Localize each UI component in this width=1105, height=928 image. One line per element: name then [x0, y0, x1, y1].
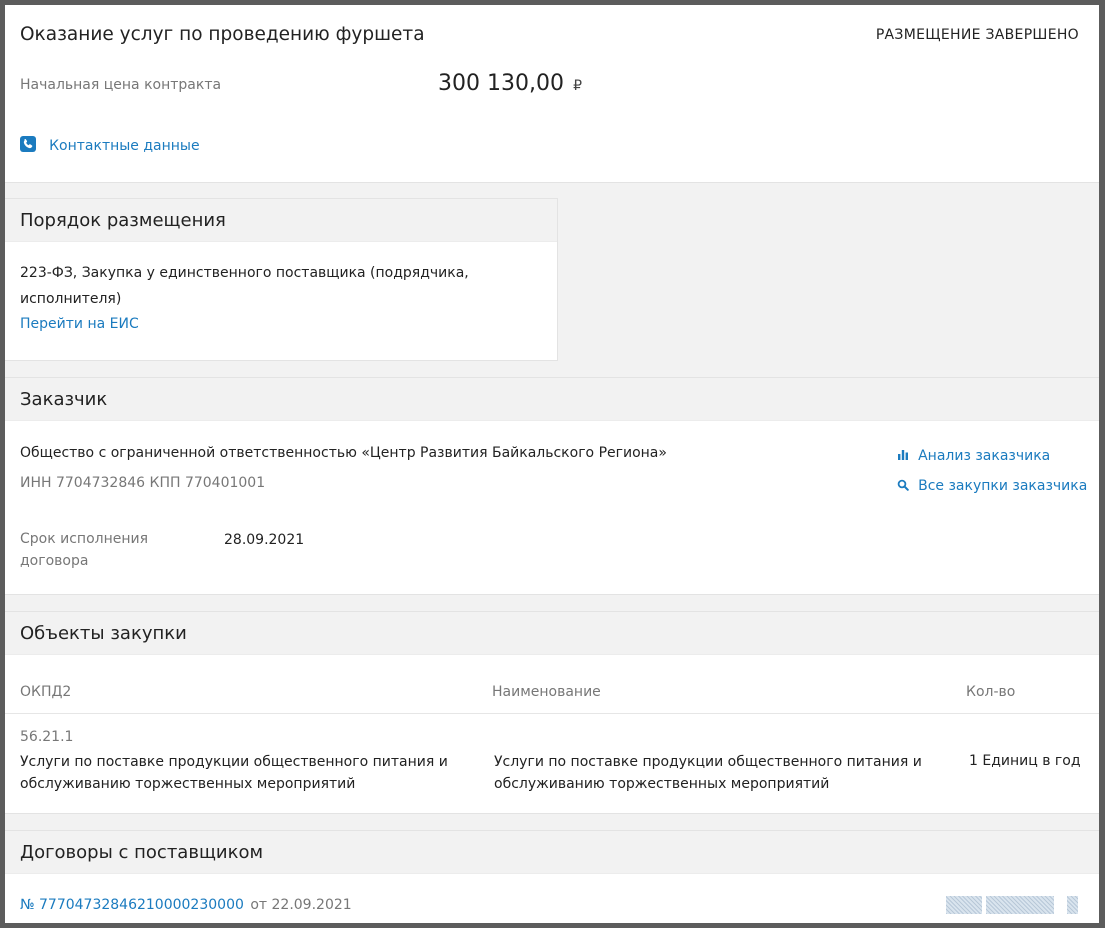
contract-item: № 77704732846210000230000 от 22.09.2021 — [20, 897, 352, 913]
item-name: Услуги по поставке продукции общественно… — [494, 754, 922, 792]
procedure-title: Порядок размещения — [20, 210, 226, 231]
column-header-qty: Кол-во — [966, 684, 1016, 700]
status-badge: РАЗМЕЩЕНИЕ ЗАВЕРШЕНО — [875, 27, 1079, 43]
customer-purchases-link-row[interactable]: Все закупки заказчика — [897, 475, 1087, 494]
contracts-header: Договоры с поставщиком — [5, 831, 1099, 874]
phone-icon — [20, 136, 36, 152]
contract-action-placeholder — [1067, 896, 1078, 914]
item-qty: 1 Единиц в год — [969, 753, 1081, 769]
procedure-card: Порядок размещения 223-ФЗ, Закупка у еди… — [5, 198, 558, 361]
column-header-name: Наименование — [492, 684, 601, 700]
contacts-link[interactable]: Контактные данные — [49, 138, 200, 154]
page-frame: Оказание услуг по проведению фуршета РАЗ… — [5, 5, 1099, 923]
customer-header: Заказчик — [5, 378, 1099, 421]
customer-analysis-link-row[interactable]: Анализ заказчика — [897, 445, 1050, 464]
customer-purchases-link[interactable]: Все закупки заказчика — [918, 478, 1087, 494]
contract-number-link[interactable]: № 77704732846210000230000 — [20, 897, 244, 913]
eis-link[interactable]: Перейти на ЕИС — [20, 316, 139, 332]
customer-name: Общество с ограниченной ответственностью… — [20, 445, 667, 461]
objects-card: Объекты закупки ОКПД2 Наименование Кол-в… — [5, 611, 1099, 814]
customer-title: Заказчик — [20, 389, 108, 410]
contracts-card: Договоры с поставщиком № 777047328462100… — [5, 830, 1099, 923]
okpd2-code: 56.21.1 — [20, 729, 74, 745]
procedure-header: Порядок размещения — [5, 199, 557, 242]
okpd2-code-name: Услуги по поставке продукции общественно… — [20, 754, 448, 792]
search-icon — [897, 476, 909, 491]
column-header-okpd2: ОКПД2 — [20, 684, 72, 700]
price-label: Начальная цена контракта — [20, 77, 222, 93]
procedure-text: 223-ФЗ, Закупка у единственного поставщи… — [20, 265, 469, 307]
customer-analysis-link[interactable]: Анализ заказчика — [918, 448, 1050, 464]
contacts-link-row[interactable]: Контактные данные — [20, 135, 200, 154]
contract-amount-placeholder — [946, 896, 982, 914]
page-title: Оказание услуг по проведению фуршета — [20, 24, 425, 45]
deadline-value: 28.09.2021 — [224, 532, 305, 548]
deadline-label: Срок исполнения договора — [20, 531, 149, 569]
summary-card: Оказание услуг по проведению фуршета РАЗ… — [5, 5, 1099, 183]
contract-date: от 22.09.2021 — [250, 897, 352, 913]
contract-status-placeholder — [986, 896, 1054, 914]
bar-chart-icon — [897, 445, 909, 460]
objects-title: Объекты закупки — [20, 623, 187, 644]
objects-table-divider — [5, 713, 1099, 714]
currency-sign: ₽ — [573, 78, 582, 94]
price-value: 300 130,00 — [438, 71, 564, 96]
objects-header: Объекты закупки — [5, 612, 1099, 655]
customer-card: Заказчик Общество с ограниченной ответст… — [5, 377, 1099, 595]
price-value-block: 300 130,00 ₽ — [438, 71, 582, 96]
contracts-title: Договоры с поставщиком — [20, 842, 264, 863]
customer-inn-kpp: ИНН 7704732846 КПП 770401001 — [20, 475, 266, 491]
